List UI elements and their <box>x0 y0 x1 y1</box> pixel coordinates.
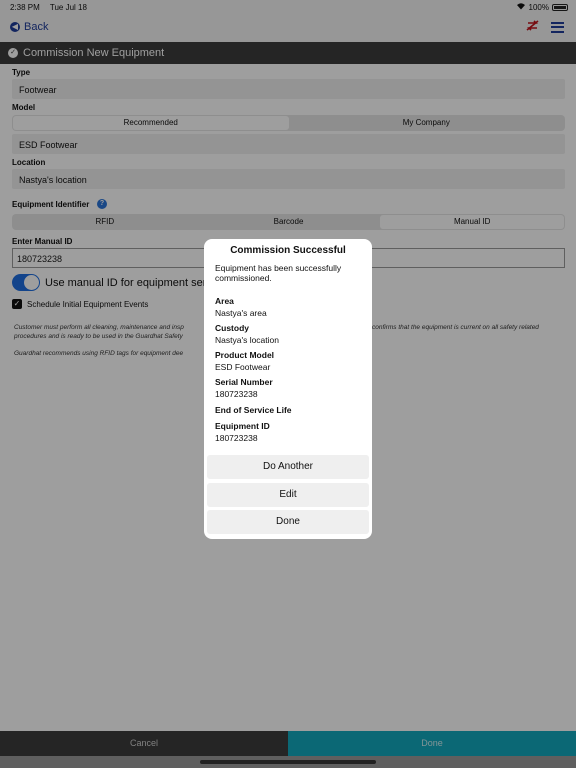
custody-label: Custody <box>215 323 249 333</box>
dialog-title: Commission Successful <box>230 245 346 256</box>
area-value: Nastya's area <box>215 308 267 318</box>
dialog-done-button[interactable]: Done <box>207 510 369 534</box>
commission-success-dialog: Commission Successful Equipment has been… <box>204 239 372 539</box>
product-model-value: ESD Footwear <box>215 362 271 372</box>
dialog-message: Equipment has been successfully commissi… <box>215 263 342 283</box>
end-of-service-life-label: End of Service Life <box>215 405 292 415</box>
home-indicator <box>200 760 376 764</box>
product-model-label: Product Model <box>215 350 275 360</box>
equipment-id-value: 180723238 <box>215 433 258 443</box>
custody-value: Nastya's location <box>215 335 279 345</box>
area-label: Area <box>215 296 234 306</box>
do-another-button[interactable]: Do Another <box>207 455 369 479</box>
equipment-id-label: Equipment ID <box>215 421 270 431</box>
edit-button[interactable]: Edit <box>207 483 369 507</box>
serial-number-value: 180723238 <box>215 389 258 399</box>
serial-number-label: Serial Number <box>215 377 273 387</box>
